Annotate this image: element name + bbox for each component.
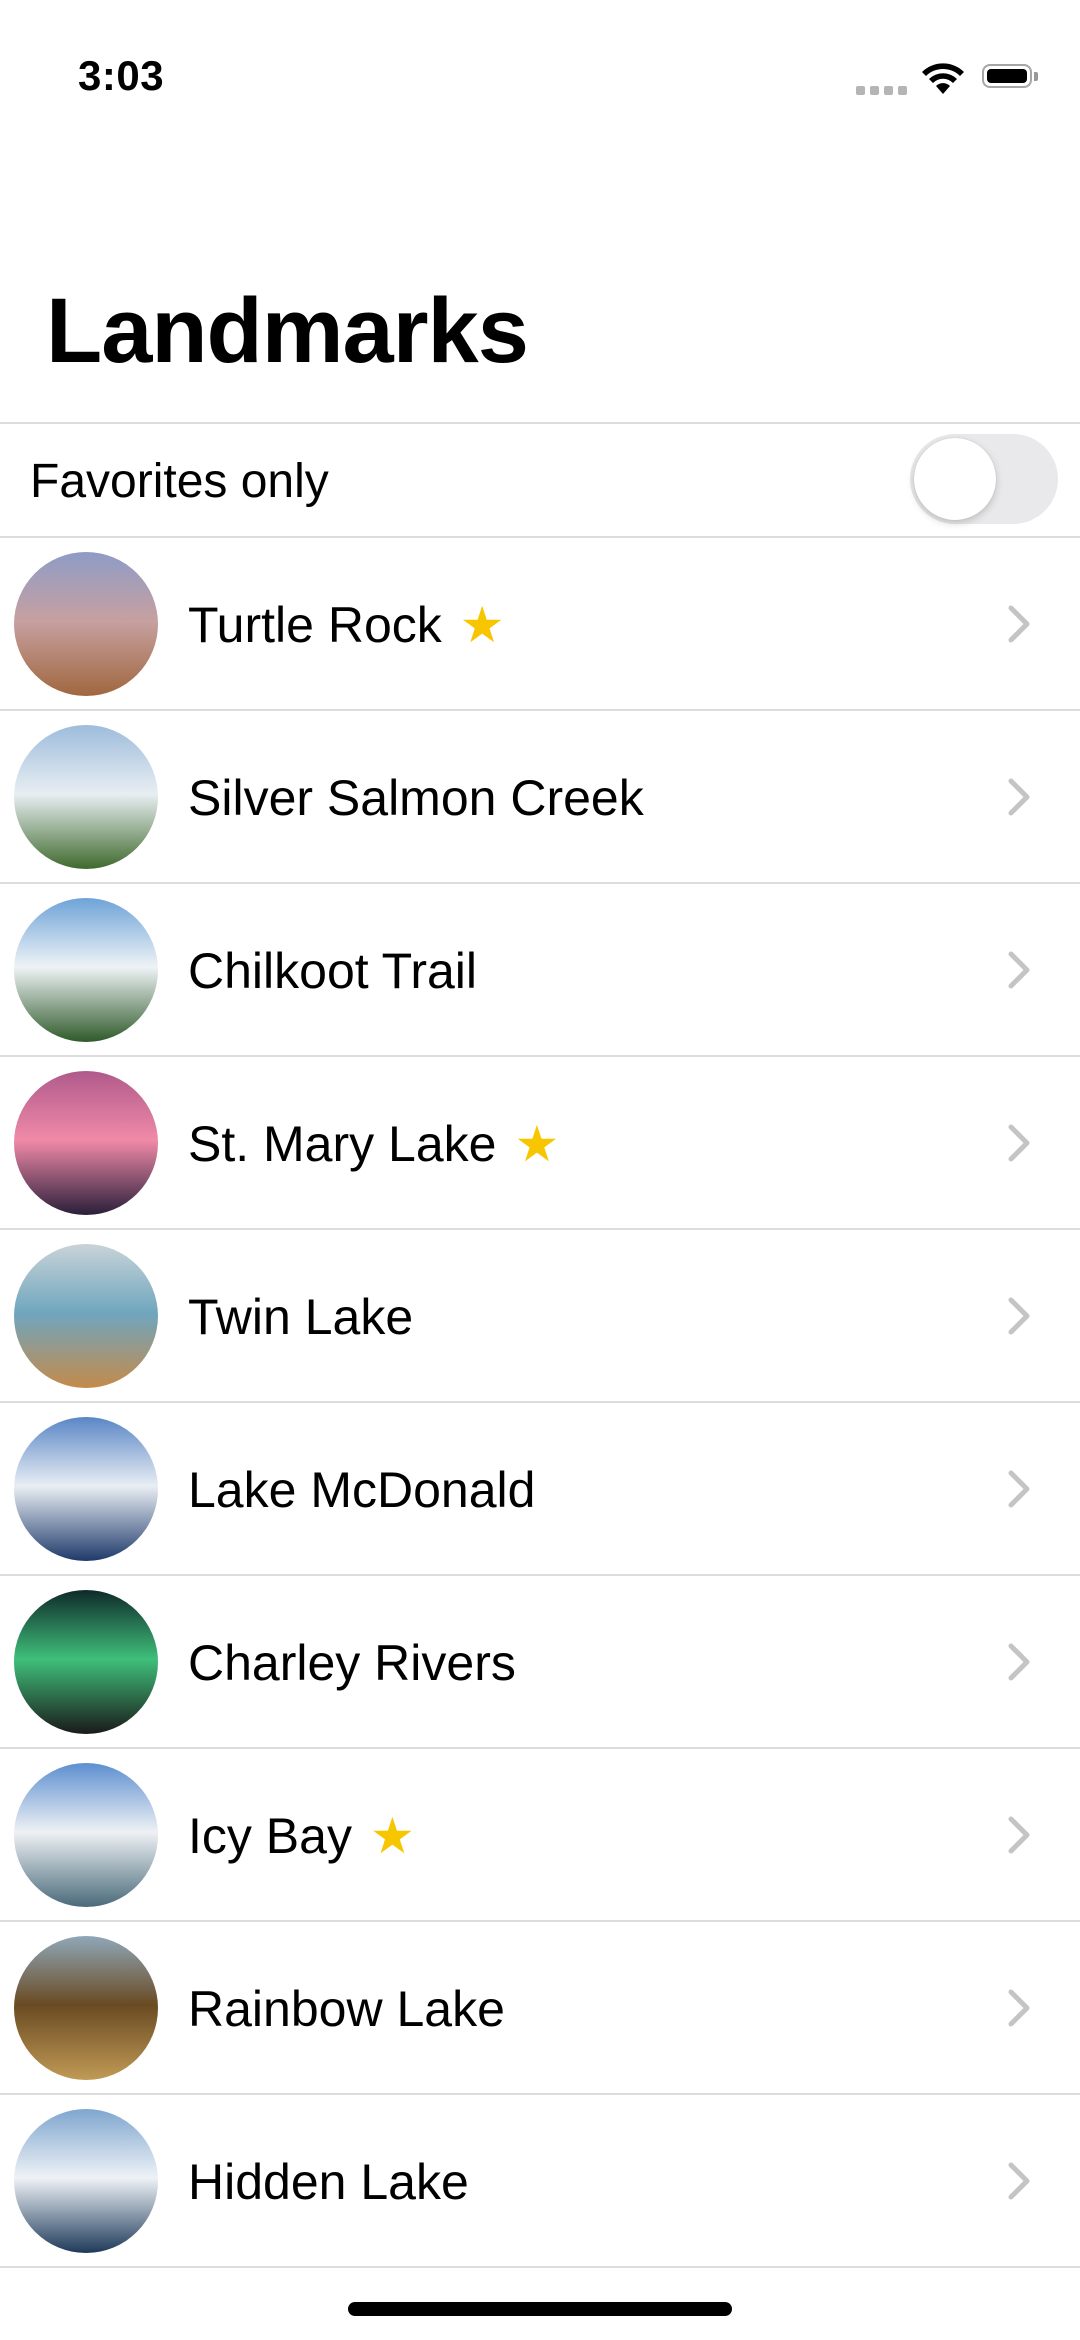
landmark-name: Turtle Rock ★: [188, 596, 505, 654]
status-time: 3:03: [78, 52, 165, 99]
landmark-name: Chilkoot Trail: [188, 942, 477, 1000]
landmark-name: Icy Bay ★: [188, 1807, 415, 1865]
landmark-name-text: Turtle Rock: [188, 597, 442, 653]
landmark-thumbnail: [14, 2109, 158, 2253]
wifi-icon: [920, 60, 966, 96]
toggle-knob: [914, 438, 996, 520]
landmark-row[interactable]: Twin Lake: [0, 1230, 1080, 1403]
star-icon: ★: [369, 1808, 415, 1864]
landmark-name-text: Icy Bay: [188, 1808, 352, 1864]
landmark-thumbnail: [14, 725, 158, 869]
chevron-right-icon: [1008, 1297, 1030, 1335]
favorites-toggle-label: Favorites only: [30, 455, 329, 508]
row-separator: [0, 2266, 1080, 2268]
landmark-thumbnail: [14, 1071, 158, 1215]
landmark-row[interactable]: Chilkoot Trail: [0, 884, 1080, 1057]
chevron-right-icon: [1008, 1470, 1030, 1508]
home-indicator[interactable]: [348, 2302, 732, 2316]
landmark-row[interactable]: St. Mary Lake ★: [0, 1057, 1080, 1230]
landmark-name-text: St. Mary Lake: [188, 1116, 497, 1172]
landmark-name-text: Lake McDonald: [188, 1462, 536, 1518]
chevron-right-icon: [1008, 951, 1030, 989]
landmark-name: Hidden Lake: [188, 2153, 469, 2211]
landmark-row[interactable]: Icy Bay ★: [0, 1749, 1080, 1922]
landmark-name-text: Chilkoot Trail: [188, 943, 477, 999]
landmark-row[interactable]: Silver Salmon Creek: [0, 711, 1080, 884]
landmark-name-text: Hidden Lake: [188, 2154, 469, 2210]
landmark-name-text: Charley Rivers: [188, 1635, 516, 1691]
landmark-thumbnail: [14, 1590, 158, 1734]
chevron-right-icon: [1008, 2162, 1030, 2200]
landmark-thumbnail: [14, 1244, 158, 1388]
favorites-toggle-switch[interactable]: [910, 434, 1058, 524]
favorites-toggle-row: Favorites only: [0, 424, 1080, 536]
landmark-name: Lake McDonald: [188, 1461, 535, 1519]
landmark-row[interactable]: Charley Rivers: [0, 1576, 1080, 1749]
chevron-right-icon: [1008, 605, 1030, 643]
landmark-name-text: Silver Salmon Creek: [188, 770, 644, 826]
chevron-right-icon: [1008, 1816, 1030, 1854]
landmark-row[interactable]: Lake McDonald: [0, 1403, 1080, 1576]
battery-icon: [982, 64, 1040, 92]
chevron-right-icon: [1008, 1989, 1030, 2027]
landmark-name-text: Rainbow Lake: [188, 1981, 505, 2037]
cellular-signal-icon: [856, 86, 908, 96]
landmark-thumbnail: [14, 898, 158, 1042]
landmark-name: Rainbow Lake: [188, 1980, 505, 2038]
landmark-list: Turtle Rock ★ Silver Salmon Creek Chilkoo…: [0, 538, 1080, 2268]
landmark-thumbnail: [14, 1936, 158, 2080]
landmark-name-text: Twin Lake: [188, 1289, 414, 1345]
landmark-thumbnail: [14, 1417, 158, 1561]
page-title: Landmarks: [46, 280, 529, 382]
landmark-row[interactable]: Turtle Rock ★: [0, 538, 1080, 711]
landmark-row[interactable]: Hidden Lake: [0, 2095, 1080, 2268]
chevron-right-icon: [1008, 778, 1030, 816]
chevron-right-icon: [1008, 1124, 1030, 1162]
star-icon: ★: [459, 597, 505, 653]
landmark-name: St. Mary Lake ★: [188, 1115, 559, 1173]
star-icon: ★: [514, 1116, 560, 1172]
landmark-name: Twin Lake: [188, 1288, 413, 1346]
landmark-row[interactable]: Rainbow Lake: [0, 1922, 1080, 2095]
chevron-right-icon: [1008, 1643, 1030, 1681]
landmark-thumbnail: [14, 552, 158, 696]
landmark-thumbnail: [14, 1763, 158, 1907]
landmark-name: Charley Rivers: [188, 1634, 516, 1692]
landmark-name: Silver Salmon Creek: [188, 769, 644, 827]
